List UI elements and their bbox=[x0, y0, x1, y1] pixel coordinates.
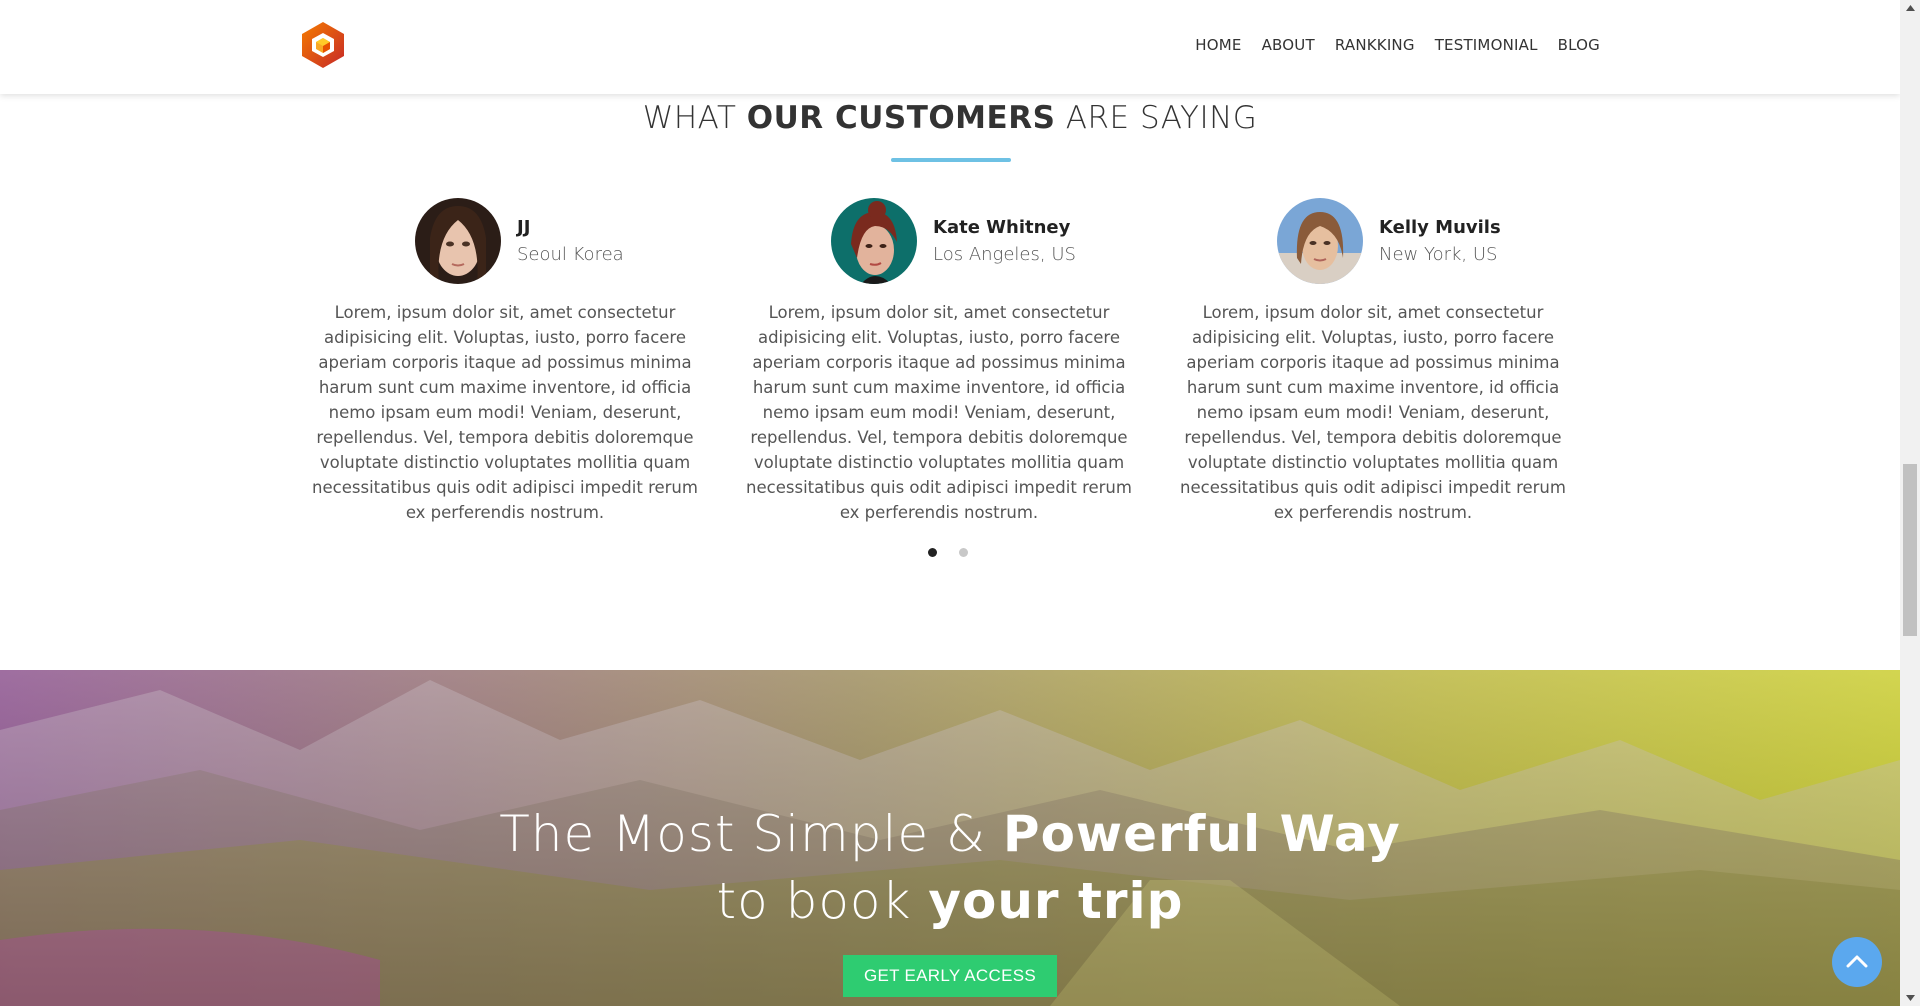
testimonials-carousel: JJ Seoul Korea Lorem, ipsum dolor sit, a… bbox=[0, 198, 1900, 538]
page-scrollbar[interactable] bbox=[1900, 0, 1920, 1006]
scrollbar-thumb[interactable] bbox=[1903, 464, 1917, 636]
reviewer-name: JJ bbox=[517, 217, 531, 238]
reviewer-name: Kelly Muvils bbox=[1379, 217, 1501, 238]
chevron-up-icon bbox=[1846, 953, 1868, 972]
testimonial-quote: Lorem, ipsum dolor sit, amet consectetur… bbox=[312, 303, 698, 522]
scroll-down-arrow-icon[interactable] bbox=[1900, 990, 1920, 1006]
nav-ranking[interactable]: RANKKING bbox=[1335, 36, 1415, 54]
reviewer-location: New York, US bbox=[1379, 244, 1498, 265]
nav-links: HOME ABOUT RANKKING TESTIMONIAL BLOG bbox=[1195, 36, 1600, 54]
testimonial-header: JJ Seoul Korea bbox=[415, 198, 624, 284]
back-to-top-button[interactable] bbox=[1832, 937, 1882, 987]
nav-about[interactable]: ABOUT bbox=[1262, 36, 1315, 54]
avatar bbox=[831, 198, 917, 284]
nav-testimonial[interactable]: TESTIMONIAL bbox=[1435, 36, 1538, 54]
testimonial-header: Kelly Muvils New York, US bbox=[1277, 198, 1501, 284]
scroll-up-arrow-icon[interactable] bbox=[1900, 0, 1920, 16]
hero-line1-light: The Most Simple & bbox=[499, 805, 1003, 863]
title-prefix: WHAT bbox=[642, 100, 747, 136]
nav-blog[interactable]: BLOG bbox=[1558, 36, 1600, 54]
nav-home[interactable]: HOME bbox=[1195, 36, 1241, 54]
reviewer-info: Kate Whitney Los Angeles, US bbox=[933, 217, 1076, 265]
title-bold: OUR CUSTOMERS bbox=[746, 100, 1056, 136]
carousel-dots bbox=[928, 548, 968, 557]
reviewer-location: Seoul Korea bbox=[517, 244, 624, 265]
reviewer-location: Los Angeles, US bbox=[933, 244, 1076, 265]
carousel-dot-2[interactable] bbox=[959, 548, 968, 557]
get-early-access-button[interactable]: GET EARLY ACCESS bbox=[843, 955, 1057, 997]
testimonial-quote: Lorem, ipsum dolor sit, amet consectetur… bbox=[1180, 303, 1566, 522]
testimonial-header: Kate Whitney Los Angeles, US bbox=[831, 198, 1076, 284]
title-suffix: ARE SAYING bbox=[1055, 100, 1258, 136]
hero-headline-line-2: to book your trip bbox=[0, 872, 1900, 930]
hexagon-cube-logo-icon[interactable] bbox=[300, 20, 346, 70]
hero-headline-line-1: The Most Simple & Powerful Way bbox=[0, 805, 1900, 863]
reviewer-info: JJ Seoul Korea bbox=[517, 217, 624, 265]
hero-line2-bold: your trip bbox=[928, 872, 1184, 930]
testimonial-quote: Lorem, ipsum dolor sit, amet consectetur… bbox=[746, 303, 1132, 522]
navbar: HOME ABOUT RANKKING TESTIMONIAL BLOG bbox=[0, 0, 1900, 94]
hero-line1-bold: Powerful Way bbox=[1002, 805, 1401, 863]
carousel-dot-1[interactable] bbox=[928, 548, 937, 557]
reviewer-info: Kelly Muvils New York, US bbox=[1379, 217, 1501, 265]
avatar bbox=[415, 198, 501, 284]
reviewer-name: Kate Whitney bbox=[933, 217, 1071, 238]
title-underline bbox=[891, 158, 1011, 162]
testimonials-title: WHAT OUR CUSTOMERS ARE SAYING bbox=[0, 100, 1900, 136]
avatar bbox=[1277, 198, 1363, 284]
hero-line2-light: to book bbox=[716, 872, 929, 930]
page: HOME ABOUT RANKKING TESTIMONIAL BLOG WHA… bbox=[0, 0, 1900, 1006]
